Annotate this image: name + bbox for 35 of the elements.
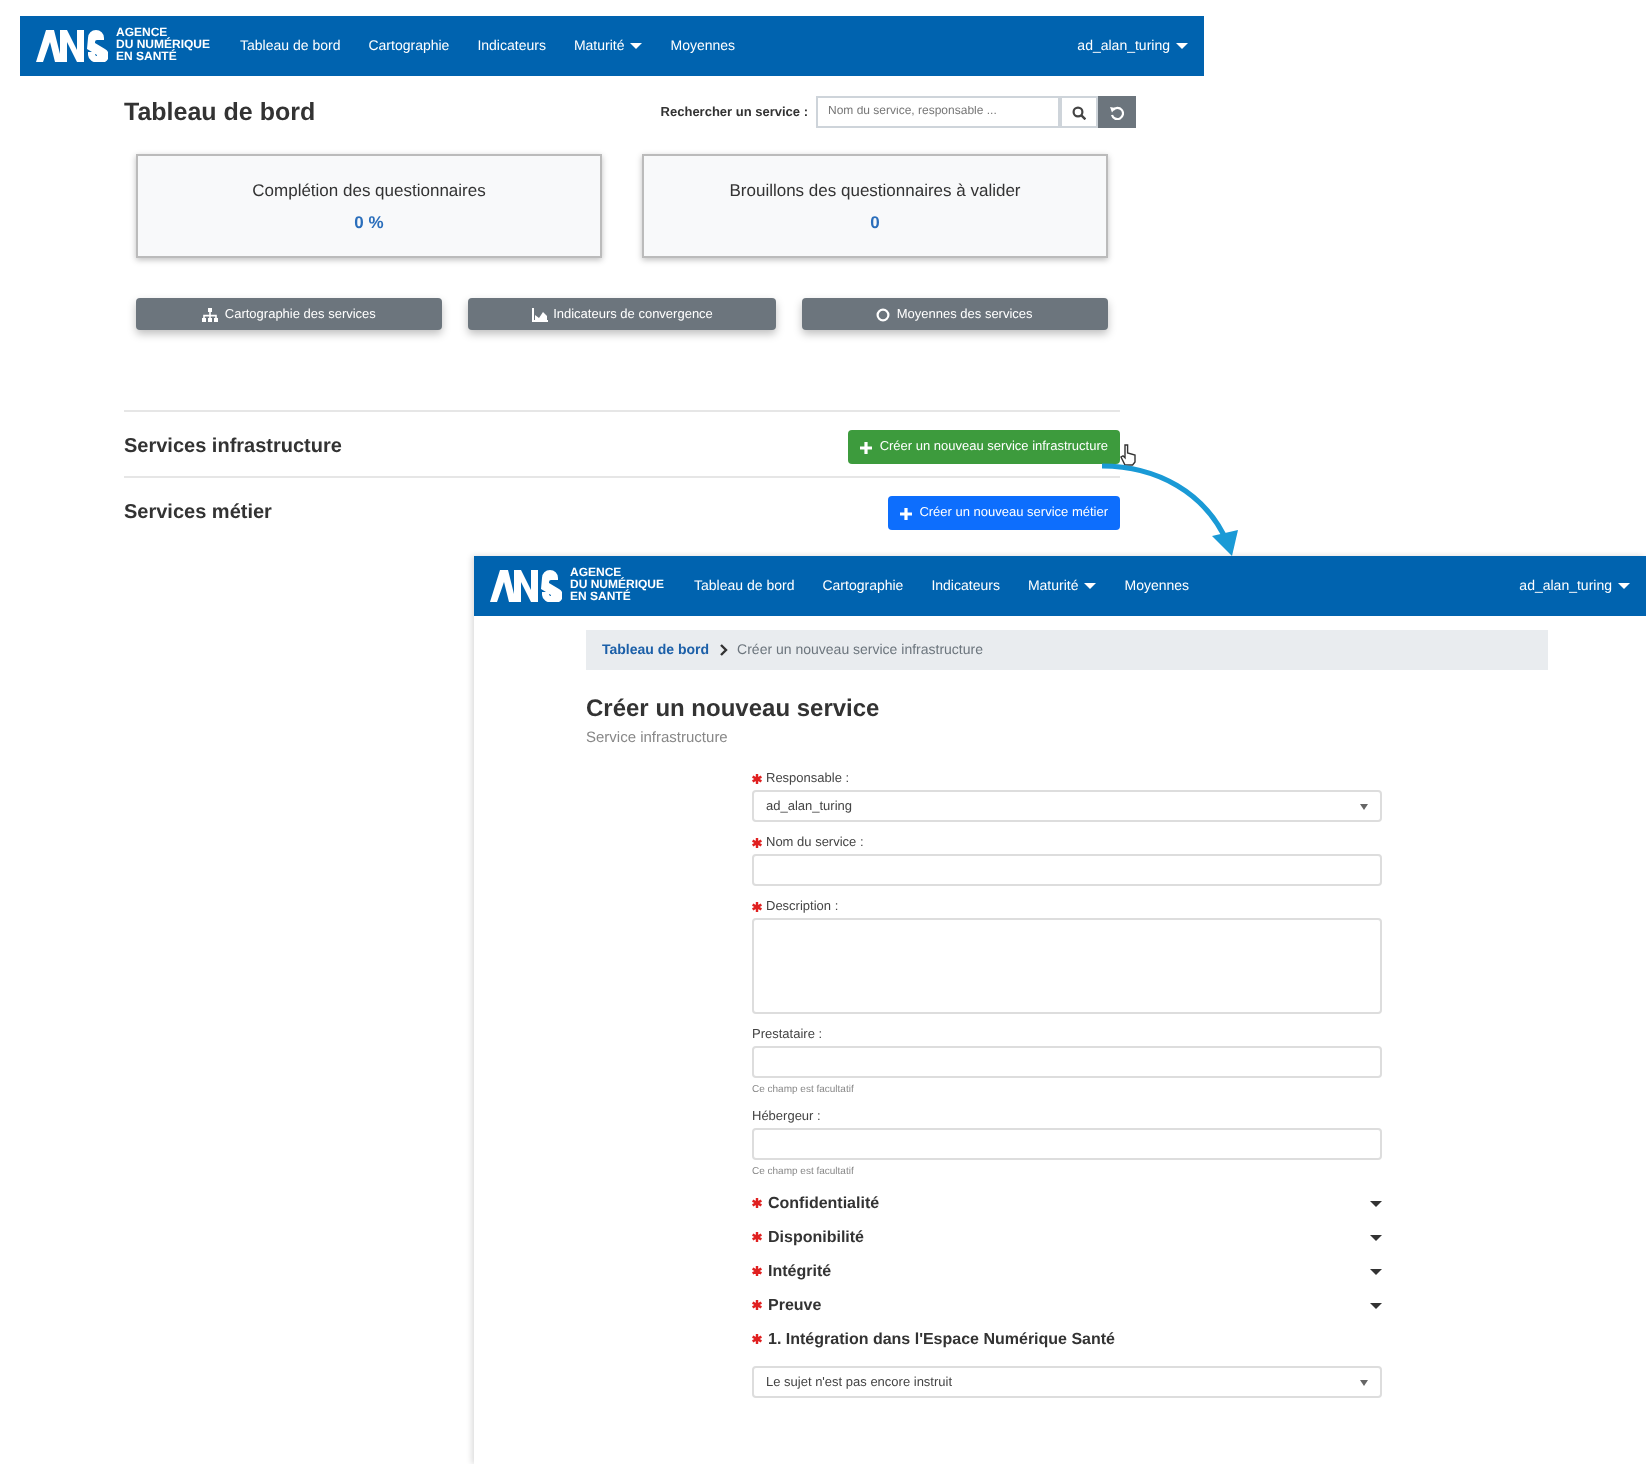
input-field[interactable]: [752, 1046, 1382, 1078]
caret-icon: [630, 42, 643, 50]
caret-icon: [1618, 582, 1630, 590]
logo-icon: [490, 570, 562, 602]
caret-icon: [1360, 1379, 1368, 1385]
caret-icon: [1176, 42, 1188, 50]
card-title: Brouillons des questionnaires à valider: [729, 180, 1021, 200]
card-title: Complétion des questionnaires: [252, 180, 486, 200]
input-field[interactable]: [752, 1128, 1382, 1160]
search-button[interactable]: [1060, 96, 1098, 128]
section-toggle[interactable]: Disponibilité: [768, 1228, 864, 1246]
caret-icon: [1360, 803, 1368, 809]
section-toggle[interactable]: Intégrité: [768, 1262, 832, 1280]
area-chart-icon: [531, 307, 548, 321]
plus-icon: [859, 441, 872, 453]
section-title: Services infrastructure: [124, 436, 342, 458]
section-toggle[interactable]: Preuve: [768, 1296, 822, 1314]
card-value: 0: [870, 212, 880, 232]
chevron-icon: [719, 644, 728, 656]
card-value: 0 %: [354, 212, 384, 232]
reset-button[interactable]: [1098, 96, 1136, 128]
sitemap-icon: [202, 307, 219, 321]
textarea-field[interactable]: [752, 918, 1382, 1014]
undo-icon: [1110, 105, 1124, 119]
plus-icon: [899, 507, 912, 519]
search-icon: [1072, 105, 1086, 119]
pointer-cursor-icon: [1120, 444, 1136, 466]
input-field[interactable]: [752, 854, 1382, 886]
logo-icon: [36, 30, 108, 62]
form-title: Créer un nouveau service: [586, 694, 882, 722]
section-title: Services métier: [124, 502, 272, 524]
page-title: Tableau de bord: [124, 98, 316, 126]
circle-icon: [876, 307, 891, 321]
question-label: 1. Intégration dans l'Espace Numérique Santé: [768, 1330, 1116, 1348]
section-toggle[interactable]: Confidentialité: [768, 1194, 880, 1212]
